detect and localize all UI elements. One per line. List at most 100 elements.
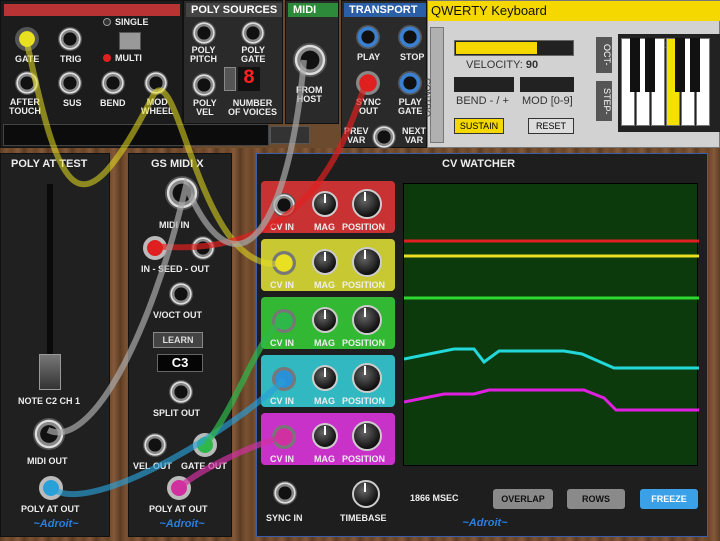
learn-button[interactable]: LEARN xyxy=(153,332,203,348)
poly-vel-label: POLY VEL xyxy=(193,98,217,117)
voices-label: NUMBER OF VOICES xyxy=(228,98,278,117)
gs-midi-x-module: GS MIDI X MIDI IN IN - SEED - OUT V/OCT … xyxy=(128,153,232,537)
cv-in-red-jack[interactable] xyxy=(272,193,296,217)
piano-black-key[interactable] xyxy=(630,38,640,92)
multi-led xyxy=(103,54,111,62)
gs-poly-at-out-jack[interactable] xyxy=(167,476,191,500)
mag-label: MAG xyxy=(314,338,335,348)
piano-black-key[interactable] xyxy=(675,38,685,92)
freeze-button[interactable]: FREEZE xyxy=(640,489,698,509)
poly-at-out-label: POLY AT OUT xyxy=(21,504,80,514)
split-out-jack[interactable] xyxy=(169,380,193,404)
split-note-display: C3 xyxy=(157,354,203,372)
sustain-button[interactable]: SUSTAIN xyxy=(454,118,504,134)
stop-jack[interactable] xyxy=(398,25,422,49)
nav-buttons[interactable] xyxy=(270,126,310,144)
qwerty-window: QWERTY Keyboard CONTRO VELOCITY: 90 BEND… xyxy=(422,0,720,148)
velocity-label: VELOCITY: xyxy=(466,59,523,71)
prev-var-label: PREV VAR xyxy=(344,126,369,145)
seed-out-jack[interactable] xyxy=(191,236,215,260)
adroit-brand: ~Adroit~ xyxy=(33,518,79,530)
oct-down-button[interactable]: OCT- xyxy=(596,37,612,73)
module-header-bar xyxy=(4,4,180,16)
sus-jack[interactable] xyxy=(58,71,82,95)
poly-at-midi-out-jack[interactable] xyxy=(33,418,65,450)
step-button[interactable]: STEP- xyxy=(596,81,612,121)
piano-black-key[interactable] xyxy=(645,38,655,92)
cv-watcher-title: CV WATCHER xyxy=(442,158,516,170)
bend-bar[interactable] xyxy=(454,77,514,92)
msec-readout: 1866 MSEC xyxy=(410,493,459,503)
poly-gate-jack[interactable] xyxy=(241,21,265,45)
sync-out-jack[interactable] xyxy=(356,71,380,95)
mag-knob-red[interactable] xyxy=(312,191,338,217)
seed-label: IN - SEED - OUT xyxy=(141,264,210,274)
cv-in-green-jack[interactable] xyxy=(272,309,296,333)
velocity-readout: VELOCITY: 90 xyxy=(466,59,538,71)
sync-in-jack[interactable] xyxy=(273,481,297,505)
velocity-value: 90 xyxy=(525,59,539,71)
mod-bar[interactable] xyxy=(520,77,574,92)
bend-label: BEND - / + xyxy=(456,95,509,107)
midi-out-label: MIDI OUT xyxy=(27,456,68,466)
next-var-label: NEXT VAR xyxy=(402,126,427,145)
position-knob-cyan[interactable] xyxy=(352,363,382,393)
gate-jack[interactable] xyxy=(15,27,39,51)
scope-traces xyxy=(403,239,699,412)
seed-in-jack[interactable] xyxy=(143,236,167,260)
poly-pitch-jack[interactable] xyxy=(192,21,216,45)
poly-sources-title: POLY SOURCES xyxy=(186,3,282,17)
mag-label: MAG xyxy=(314,222,335,232)
voices-stepper[interactable] xyxy=(224,67,236,91)
overlap-button[interactable]: OVERLAP xyxy=(493,489,553,509)
position-knob-red[interactable] xyxy=(352,189,382,219)
mod-wheel-jack[interactable] xyxy=(144,71,168,95)
poly-sources-module: POLY SOURCES POLY PITCH POLY GATE POLY V… xyxy=(183,0,283,124)
transport-module: TRANSPORT PLAY STOP SYNC OUT PLAY GATE P… xyxy=(341,0,427,149)
mag-knob-cyan[interactable] xyxy=(312,365,338,391)
rows-button[interactable]: ROWS xyxy=(567,489,625,509)
piano-black-key[interactable] xyxy=(690,38,700,92)
timebase-knob[interactable] xyxy=(352,480,380,508)
cv-in-cyan-jack[interactable] xyxy=(272,367,296,391)
cv-in-yellow-jack[interactable] xyxy=(272,251,296,275)
qwerty-title: QWERTY Keyboard xyxy=(428,1,720,21)
aftertouch-jack[interactable] xyxy=(15,71,39,95)
play-gate-jack[interactable] xyxy=(398,71,422,95)
mode-switch[interactable] xyxy=(119,32,141,50)
aftertouch-slider-handle[interactable] xyxy=(39,354,61,390)
var-jack[interactable] xyxy=(372,125,396,149)
timebase-label: TIMEBASE xyxy=(340,513,387,523)
single-label: SINGLE xyxy=(115,17,149,27)
play-jack[interactable] xyxy=(356,25,380,49)
contro-tab[interactable]: CONTRO xyxy=(422,27,444,143)
position-label: POSITION xyxy=(342,396,386,406)
mag-knob-green[interactable] xyxy=(312,307,338,333)
position-knob-magenta[interactable] xyxy=(352,421,382,451)
poly-gate-label: POLY GATE xyxy=(241,45,266,64)
mag-knob-yellow[interactable] xyxy=(312,249,338,275)
poly-vel-jack[interactable] xyxy=(192,73,216,97)
poly-at-out-jack[interactable] xyxy=(39,476,63,500)
trig-jack[interactable] xyxy=(58,27,82,51)
position-knob-yellow[interactable] xyxy=(352,247,382,277)
status-display xyxy=(3,124,269,146)
reset-button[interactable]: RESET xyxy=(528,118,574,134)
cv-in-magenta-jack[interactable] xyxy=(272,425,296,449)
position-label: POSITION xyxy=(342,222,386,232)
position-knob-green[interactable] xyxy=(352,305,382,335)
bend-jack[interactable] xyxy=(101,71,125,95)
gs-poly-at-out-label: POLY AT OUT xyxy=(149,504,208,514)
sync-in-label: SYNC IN xyxy=(266,513,303,523)
mag-knob-magenta[interactable] xyxy=(312,423,338,449)
velocity-bar[interactable] xyxy=(454,40,574,56)
mag-label: MAG xyxy=(314,454,335,464)
voct-out-jack[interactable] xyxy=(169,282,193,306)
gs-midi-in-jack[interactable] xyxy=(165,176,199,210)
position-label: POSITION xyxy=(342,280,386,290)
bend-label: BEND xyxy=(100,98,126,108)
gate-out-label: GATE OUT xyxy=(181,461,227,471)
midi-from-host-jack[interactable] xyxy=(293,43,327,77)
gate-out-jack[interactable] xyxy=(193,433,217,457)
vel-out-jack[interactable] xyxy=(143,433,167,457)
